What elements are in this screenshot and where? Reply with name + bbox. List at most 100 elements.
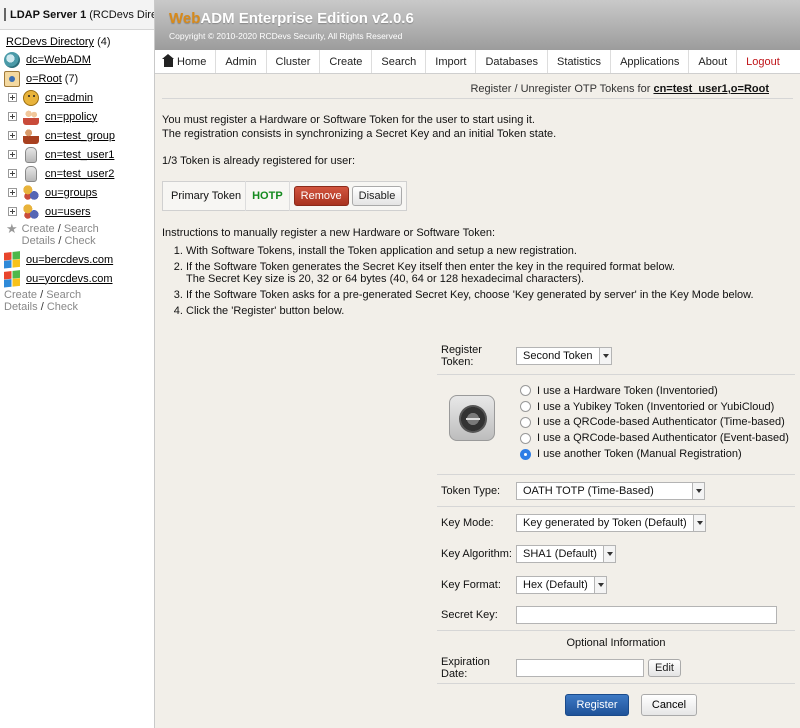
radio-icon[interactable] — [520, 385, 531, 397]
create-link[interactable]: Create — [22, 223, 55, 235]
create-link[interactable]: Create — [4, 289, 37, 301]
chevron-down-icon — [692, 482, 704, 499]
radio-qrcode-time[interactable]: I use a QRCode-based Authenticator (Time… — [520, 415, 789, 431]
step-text: The Secret Key size is 20, 32 or 64 byte… — [186, 273, 585, 285]
expand-icon[interactable] — [8, 207, 17, 216]
radio-icon[interactable] — [520, 432, 531, 444]
expand-icon[interactable] — [8, 169, 17, 178]
nav-admin[interactable]: Admin — [216, 50, 267, 73]
radio-qrcode-event[interactable]: I use a QRCode-based Authenticator (Even… — [520, 430, 789, 446]
key-algorithm-select[interactable]: SHA1 (Default) — [516, 544, 616, 563]
details-link[interactable]: Details — [4, 301, 38, 313]
expand-icon[interactable] — [8, 131, 17, 140]
expiration-label: Expiration Date: — [441, 656, 490, 680]
tree-node-admin[interactable]: cn=admin — [0, 88, 154, 107]
tree-node-label[interactable]: o=Root — [26, 73, 62, 85]
nav-label: About — [698, 55, 728, 68]
tree-node-label[interactable]: dc=WebADM — [26, 54, 91, 66]
nav-label: Cluster — [275, 55, 311, 68]
nav-home[interactable]: Home — [155, 50, 217, 73]
select-value: Hex (Default) — [523, 578, 588, 591]
nav-cluster[interactable]: Cluster — [267, 50, 321, 73]
select-value: OATH TOTP (Time-Based) — [523, 484, 654, 497]
tree-node-test-user2[interactable]: cn=test_user2 — [0, 164, 154, 183]
nav-statistics[interactable]: Statistics — [548, 50, 612, 73]
tree-node-ppolicy[interactable]: cn=ppolicy — [0, 107, 154, 126]
tree-node-users[interactable]: ou=users — [0, 202, 154, 221]
radio-icon[interactable] — [520, 416, 531, 428]
brand-web: Web — [169, 10, 201, 27]
expand-icon[interactable] — [8, 188, 17, 197]
expand-icon[interactable] — [8, 112, 17, 121]
key-format-row: Key Format: Hex (Default) — [437, 569, 795, 600]
key-format-select[interactable]: Hex (Default) — [516, 575, 607, 594]
tree-node-label[interactable]: cn=ppolicy — [45, 111, 97, 123]
nav-about[interactable]: About — [689, 50, 738, 73]
expiration-input[interactable] — [516, 659, 644, 677]
secret-key-input[interactable] — [516, 606, 777, 624]
tree-node-yorcdevs[interactable]: ou=yorcdevs.com — [0, 269, 154, 288]
directory-actions: Create / Search Details / Check — [4, 289, 82, 313]
remove-button[interactable]: Remove — [293, 186, 349, 206]
nav-label: Applications — [620, 55, 680, 68]
nav-applications[interactable]: Applications — [611, 50, 690, 73]
breadcrumb-target[interactable]: cn=test_user1,o=Root — [653, 83, 769, 95]
register-token-select[interactable]: Second Token — [516, 346, 612, 365]
nav-logout[interactable]: Logout — [737, 50, 789, 73]
tree-node-root[interactable]: o=Root (7) — [0, 69, 154, 88]
expand-icon[interactable] — [8, 150, 17, 159]
tree-node-label[interactable]: cn=test_user2 — [45, 168, 114, 180]
radio-selected-icon[interactable] — [520, 448, 531, 460]
search-link[interactable]: Search — [46, 289, 81, 301]
star-icon: ★ — [6, 221, 18, 236]
edit-date-button[interactable]: Edit — [648, 659, 681, 677]
register-button[interactable]: Register — [565, 694, 629, 716]
tree-node-test-user1[interactable]: cn=test_user1 — [0, 145, 154, 164]
ou-icon — [23, 203, 39, 220]
check-link[interactable]: Check — [47, 301, 78, 313]
tree-node-label[interactable]: ou=yorcdevs.com — [26, 273, 113, 285]
brand-adm: ADM — [200, 10, 235, 27]
chevron-down-icon — [598, 347, 611, 364]
copyright: Copyright © 2010-2020 RCDevs Security, A… — [169, 31, 403, 41]
nav-import[interactable]: Import — [426, 50, 477, 73]
server-title: LDAP Server 1 — [10, 8, 87, 21]
home-icon — [162, 53, 174, 67]
register-token-row: Register Token: Second Token — [437, 337, 795, 375]
tree-node-label[interactable]: ou=bercdevs.com — [26, 254, 113, 266]
select-value: Second Token — [523, 349, 593, 362]
nav-databases[interactable]: Databases — [476, 50, 549, 73]
expand-icon[interactable] — [8, 93, 17, 102]
nav-label: Logout — [746, 55, 780, 68]
tree-root-link[interactable]: RCDevs Directory — [6, 36, 94, 48]
key-algorithm-row: Key Algorithm: SHA1 (Default) — [437, 538, 795, 569]
radio-yubikey-token[interactable]: I use a Yubikey Token (Inventoried or Yu… — [520, 399, 789, 415]
disable-button[interactable]: Disable — [351, 186, 403, 206]
token-type-select[interactable]: OATH TOTP (Time-Based) — [516, 481, 705, 500]
radio-manual-token[interactable]: I use another Token (Manual Registration… — [520, 446, 789, 462]
details-link[interactable]: Details — [22, 235, 56, 247]
server-header[interactable]: LDAP Server 1 (RCDevs Directory) — [0, 0, 154, 30]
key-mode-row: Key Mode: Key generated by Token (Defaul… — [437, 507, 795, 538]
step-item: If the Software Token generates the Secr… — [186, 261, 793, 285]
cancel-button[interactable]: Cancel — [641, 694, 697, 716]
nav-search[interactable]: Search — [372, 50, 427, 73]
tree-node-label[interactable]: ou=users — [45, 206, 91, 218]
check-link[interactable]: Check — [64, 235, 95, 247]
tree-node-webadm[interactable]: dc=WebADM — [0, 50, 154, 69]
tree-node-bercdevs[interactable]: ou=bercdevs.com — [0, 250, 154, 269]
tree-node-groups[interactable]: ou=groups — [0, 183, 154, 202]
breadcrumb: Register / Unregister OTP Tokens for cn=… — [162, 75, 793, 99]
tree-node-label[interactable]: cn=admin — [45, 92, 93, 104]
search-link[interactable]: Search — [64, 223, 99, 235]
tree-node-label[interactable]: cn=test_user1 — [45, 149, 114, 161]
nav-create[interactable]: Create — [320, 50, 373, 73]
tree-node-label[interactable]: cn=test_group — [45, 130, 115, 142]
radio-hardware-token[interactable]: I use a Hardware Token (Inventoried) — [520, 383, 789, 399]
radio-icon[interactable] — [520, 401, 531, 413]
tree-root[interactable]: RCDevs Directory (4) — [0, 30, 154, 50]
tree-node-test-group[interactable]: cn=test_group — [0, 126, 154, 145]
key-mode-select[interactable]: Key generated by Token (Default) — [516, 513, 706, 532]
intro-line: The registration consists in synchronizi… — [162, 128, 557, 140]
tree-node-label[interactable]: ou=groups — [45, 187, 97, 199]
